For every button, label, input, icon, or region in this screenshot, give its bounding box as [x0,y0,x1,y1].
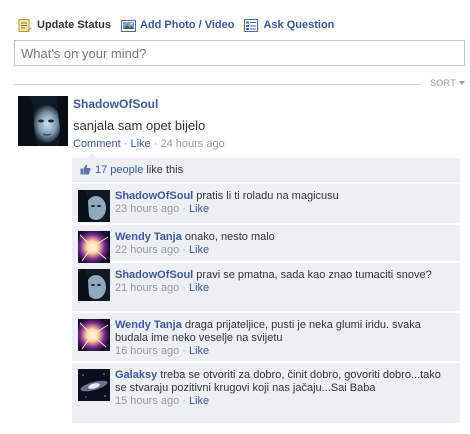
commenter-avatar[interactable] [78,269,110,301]
tab-label: Update Status [37,19,111,31]
comment-timestamp[interactable]: 22 hours ago [115,244,179,256]
comment-timestamp[interactable]: 16 hours ago [115,345,179,357]
status-icon [18,18,32,32]
comment: Wendy Tanja draga prijateljice, pusti je… [72,313,460,361]
comment-like-link[interactable]: Like [189,345,209,357]
commenter-name[interactable]: ShadowOfSoul [115,190,193,202]
post-actions: Comment · Like · 24 hours ago [73,138,225,150]
commenter-avatar[interactable] [78,231,110,263]
likes-row: 17 people like this [72,158,460,182]
comment: ShadowOfSoul pratis li ti roladu na magi… [72,184,460,223]
tab-add-photo-video[interactable]: Add Photo / Video [120,19,235,32]
composer-tabs: Update Status Add Photo / Video Ask Ques… [18,16,344,34]
commenter-name[interactable]: Wendy Tanja [115,319,182,331]
tab-ask-question[interactable]: Ask Question [244,18,335,32]
thumbs-up-icon [80,164,91,175]
comment-text: pratis li ti roladu na magicusu [196,190,339,202]
sort-row: SORT [14,78,465,90]
comment-text: onako, nesto malo [184,231,275,243]
likes-count-link[interactable]: 17 people [95,164,143,176]
separator: · [153,138,158,150]
commenter-name[interactable]: Wendy Tanja [115,231,182,243]
comment-timestamp[interactable]: 23 hours ago [115,203,179,215]
post-text: sanjala sam opet bijelo [73,118,206,133]
sort-label: SORT [429,78,456,88]
commenter-avatar[interactable] [78,190,110,222]
comment: ShadowOfSoul pravi se pmatna, sada kao z… [72,263,460,311]
like-link[interactable]: Like [130,138,150,150]
status-input[interactable]: What's on your mind? [14,40,465,66]
sort-button[interactable]: SORT [430,78,465,88]
divider [14,84,421,85]
post-timestamp[interactable]: 24 hours ago [160,138,224,150]
chevron-down-icon [459,81,465,85]
photo-icon [120,19,136,32]
commenter-avatar[interactable] [78,369,110,401]
question-icon [244,18,259,32]
comment: Wendy Tanja onako, nesto malo 22 hours a… [72,225,460,263]
comment-like-link[interactable]: Like [189,282,209,294]
separator: · [123,138,128,150]
post-avatar[interactable] [18,96,68,146]
tab-label: Ask Question [263,19,335,31]
feedback-section: 17 people like this ShadowOfSoul pratis … [72,153,460,423]
comment-like-link[interactable]: Like [189,395,209,407]
comment-link[interactable]: Comment [73,138,121,150]
tab-label: Add Photo / Video [139,19,235,31]
commenter-avatar[interactable] [78,319,110,351]
post-author[interactable]: ShadowOfSoul [73,97,158,111]
comment-timestamp[interactable]: 15 hours ago [115,395,179,407]
likes-suffix: like this [146,164,184,176]
comment-text: treba se otvoriti za dobro, činit dobro,… [115,369,441,394]
commenter-name[interactable]: Galaksy [115,369,157,381]
commenter-name[interactable]: ShadowOfSoul [115,269,193,281]
comment-text: pravi se pmatna, sada kao znao tumaciti … [196,269,432,281]
tab-update-status[interactable]: Update Status [18,18,111,32]
comment: Galaksy treba se otvoriti za dobro, čini… [72,363,460,423]
comment-like-link[interactable]: Like [189,244,209,256]
comment-timestamp[interactable]: 21 hours ago [115,282,179,294]
status-placeholder: What's on your mind? [21,46,147,61]
comment-like-link[interactable]: Like [189,203,209,215]
